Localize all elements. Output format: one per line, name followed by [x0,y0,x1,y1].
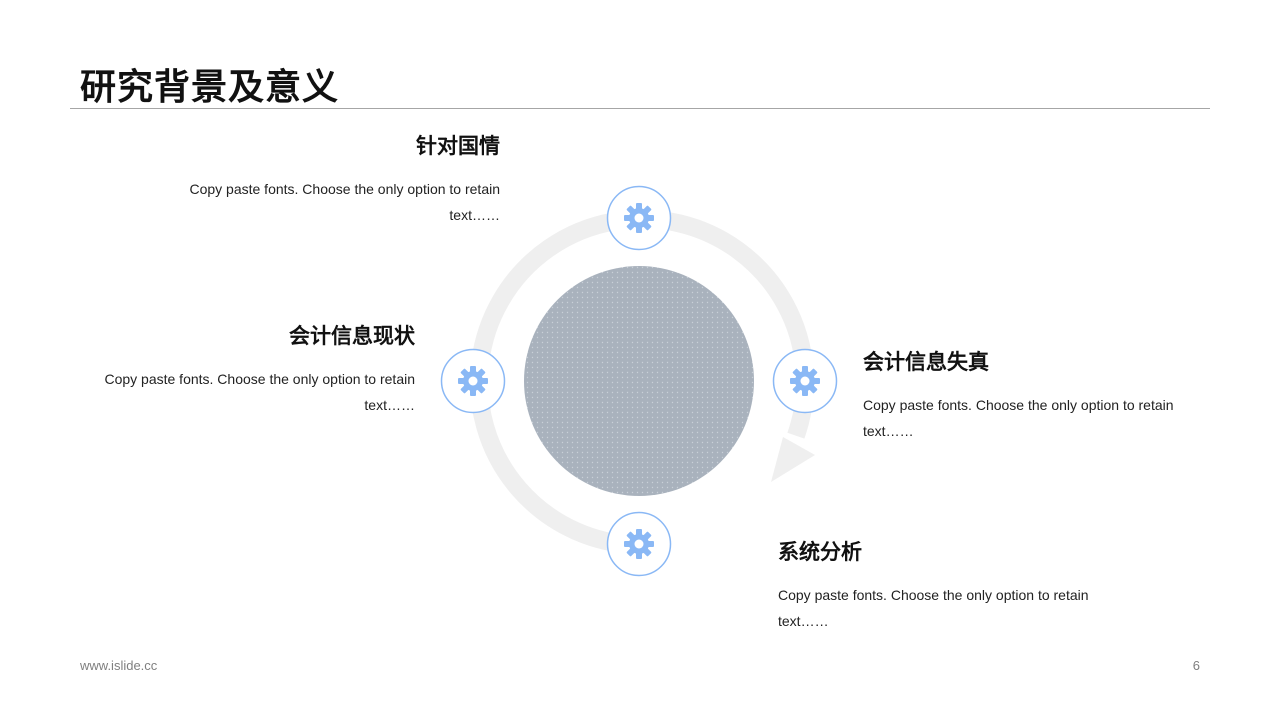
item-heading: 针对国情 [416,134,500,158]
node-top [606,185,672,251]
item-block-right: 会计信息失真 Copy paste fonts. Choose the only… [863,346,1203,444]
node-left [440,348,506,414]
node-right [772,348,838,414]
item-block-top: 针对国情 Copy paste fonts. Choose the only o… [160,130,500,228]
gear-icon [624,203,654,233]
gear-icon [790,366,820,396]
footer-url[interactable]: www.islide.cc [80,658,157,673]
item-body: Copy paste fonts. Choose the only option… [863,397,1174,439]
item-heading: 会计信息失真 [863,350,989,374]
item-heading: 会计信息现状 [289,324,415,348]
center-circle [524,266,754,496]
node-bottom [606,511,672,577]
slide: 研究背景及意义 针对国情 Copy paste fonts. Choose th… [0,0,1280,720]
item-body: Copy paste fonts. Choose the only option… [189,181,500,223]
item-block-left: 会计信息现状 Copy paste fonts. Choose the only… [75,320,415,418]
item-body: Copy paste fonts. Choose the only option… [778,587,1089,629]
item-block-bottom: 系统分析 Copy paste fonts. Choose the only o… [778,536,1118,634]
cycle-arrowhead [771,437,815,482]
item-heading: 系统分析 [778,540,862,564]
item-body: Copy paste fonts. Choose the only option… [104,371,415,413]
gear-icon [458,366,488,396]
gear-icon [624,529,654,559]
page-number: 6 [1192,658,1200,673]
